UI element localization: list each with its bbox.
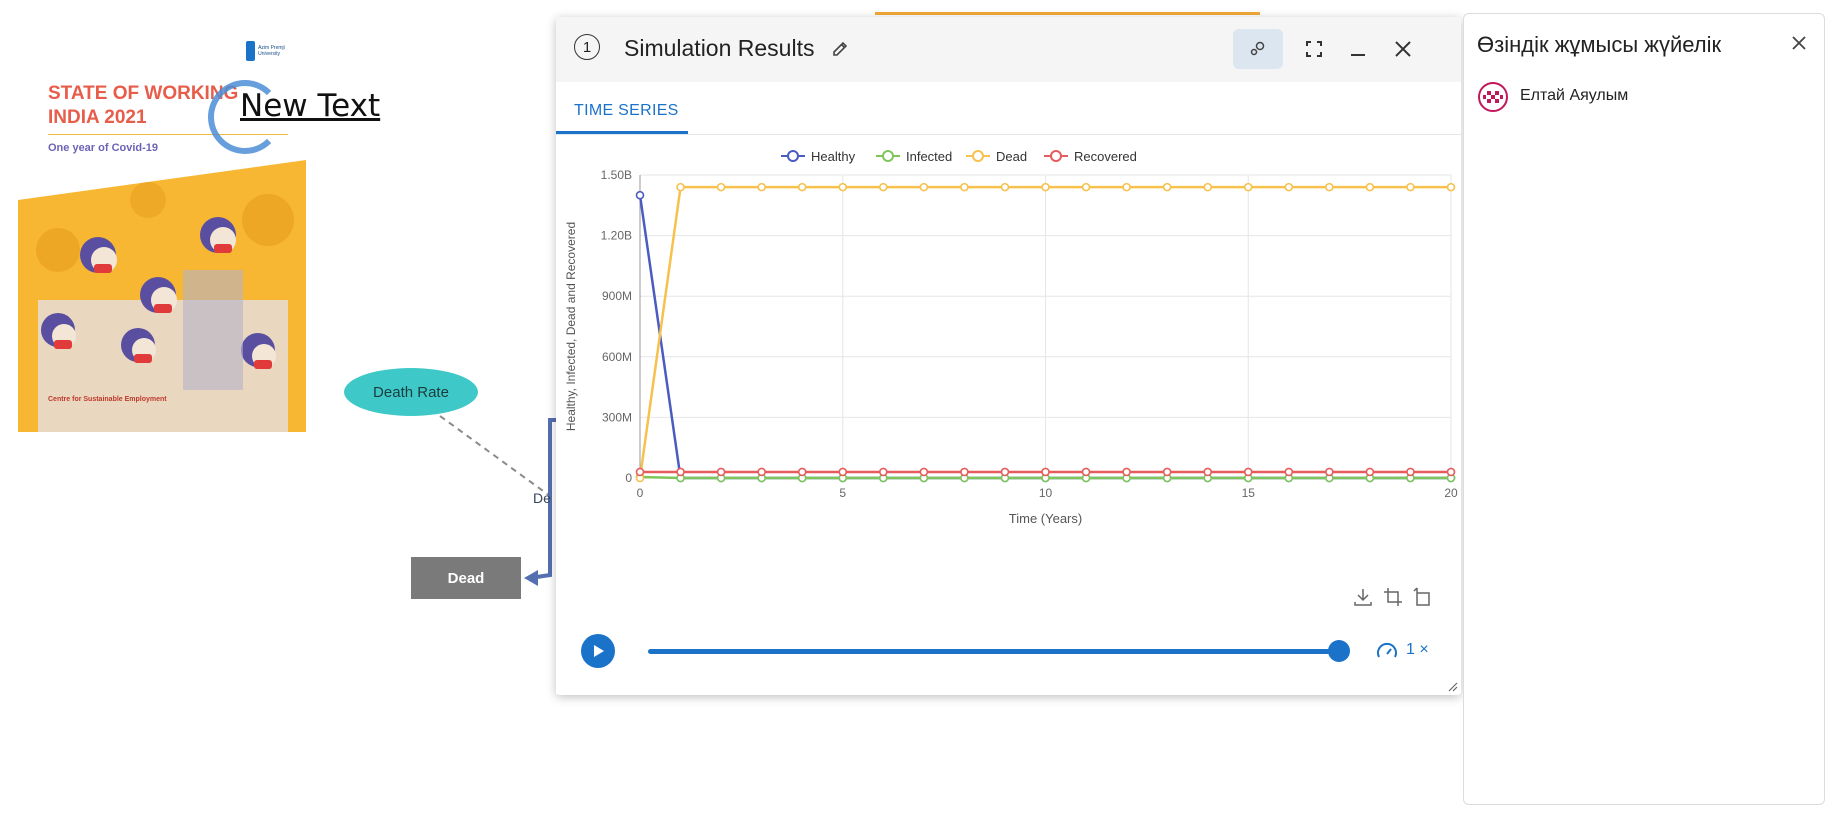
data-point	[919, 467, 929, 477]
y-tick-label: 1.20B	[601, 229, 632, 243]
data-point	[838, 182, 848, 192]
legend-marker	[882, 150, 894, 162]
data-point	[1041, 467, 1050, 477]
data-point	[1162, 467, 1172, 477]
data-point	[757, 182, 766, 192]
data-point	[1000, 467, 1010, 477]
data-point	[1284, 467, 1294, 477]
legend-label: Recovered	[1074, 149, 1137, 164]
legend-marker	[1050, 150, 1062, 162]
close-icon	[1395, 41, 1411, 57]
data-point	[676, 182, 685, 192]
y-tick-label: 300M	[602, 410, 632, 424]
avatar	[1478, 82, 1508, 112]
data-point	[797, 467, 807, 477]
time-series-chart[interactable]: 0 300M 600M 900M 1.20B 1.50B 0 5 10 15 20 Time (Yea…	[556, 145, 1461, 595]
play-button[interactable]	[581, 634, 615, 668]
dialog-title: Simulation Results	[624, 35, 815, 61]
data-point	[1284, 182, 1294, 192]
close-dialog-button[interactable]	[1378, 29, 1428, 69]
x-tick-label: 20	[1444, 486, 1458, 500]
y-tick-label: 600M	[602, 350, 632, 364]
data-point	[1203, 467, 1213, 477]
playback-speed-label[interactable]: 1 ×	[1406, 641, 1429, 659]
y-tick-label: 1.50B	[601, 168, 632, 182]
data-point	[1162, 182, 1172, 192]
data-point	[838, 467, 848, 477]
data-point	[960, 182, 969, 192]
y-tick-label: 0	[625, 471, 632, 485]
data-point	[1365, 182, 1375, 192]
data-point	[1446, 182, 1456, 192]
data-point	[1325, 182, 1334, 192]
x-tick-label: 10	[1039, 486, 1053, 500]
close-icon[interactable]	[1790, 34, 1808, 52]
data-point	[1406, 182, 1415, 192]
dialog-header: 1 Simulation Results	[556, 17, 1461, 82]
flow-label: De	[533, 490, 551, 506]
dead-stock[interactable]: Dead	[411, 557, 521, 599]
data-point	[635, 467, 645, 477]
data-point	[1406, 467, 1415, 477]
data-point	[1081, 182, 1091, 192]
x-tick-label: 0	[637, 486, 644, 500]
minimize-icon	[1351, 54, 1365, 56]
data-point	[716, 182, 726, 192]
legend-marker	[972, 150, 984, 162]
data-point	[1243, 182, 1253, 192]
x-tick-label: 15	[1242, 486, 1256, 500]
data-point	[1081, 467, 1091, 477]
fullscreen-icon	[1306, 41, 1322, 57]
legend-marker	[787, 150, 799, 162]
playback-slider-thumb[interactable]	[1328, 640, 1350, 662]
data-point	[1000, 182, 1010, 192]
data-point	[1243, 467, 1253, 477]
pencil-icon[interactable]	[831, 40, 849, 58]
data-point	[878, 467, 888, 477]
fullscreen-button[interactable]	[1289, 29, 1339, 69]
data-point	[635, 190, 645, 200]
panel-title: Өзіндік жұмысы жүйелік	[1477, 32, 1722, 57]
minimize-button[interactable]	[1333, 29, 1383, 69]
restore-icon[interactable]	[1413, 587, 1433, 607]
x-tick-label: 5	[839, 486, 846, 500]
legend-label: Healthy	[811, 149, 856, 164]
data-point	[1203, 182, 1213, 192]
resize-handle[interactable]	[1448, 682, 1458, 692]
y-tick-label: 900M	[602, 289, 632, 303]
data-point	[919, 182, 929, 192]
legend-label: Dead	[996, 149, 1027, 164]
active-tab-indicator	[556, 131, 688, 134]
download-icon[interactable]	[1353, 587, 1373, 607]
dialog-tabs: TIME SERIES	[556, 82, 1461, 135]
data-point	[960, 467, 969, 477]
play-icon	[594, 645, 604, 657]
data-point	[1122, 182, 1131, 192]
data-point	[797, 182, 807, 192]
data-point	[676, 467, 685, 477]
data-point	[878, 182, 888, 192]
user-name: Елтай Аяулым	[1520, 87, 1629, 104]
y-axis-label: Healthy, Infected, Dead and Recovered	[564, 222, 578, 431]
data-point	[1122, 467, 1131, 477]
death-rate-variable[interactable]: Death Rate	[344, 368, 478, 416]
x-axis-label: Time (Years)	[1009, 511, 1082, 526]
data-point	[1325, 467, 1334, 477]
playback-slider-track[interactable]	[648, 649, 1338, 654]
data-point	[1365, 467, 1375, 477]
crop-icon[interactable]	[1383, 587, 1403, 607]
simulation-results-dialog: 1 Simulation Results TIME SERIES 0 300M …	[556, 17, 1461, 695]
legend-label: Infected	[906, 149, 952, 164]
data-point	[1446, 467, 1456, 477]
data-point	[757, 467, 766, 477]
collaborators-panel: Өзіндік жұмысы жүйелік Елтай Аяулым	[1463, 13, 1825, 805]
tab-time-series[interactable]: TIME SERIES	[574, 102, 679, 120]
dialog-number-badge: 1	[574, 34, 600, 60]
share-button[interactable]	[1233, 29, 1283, 69]
speedometer-icon[interactable]	[1376, 641, 1398, 663]
data-point	[716, 467, 726, 477]
data-point	[1041, 182, 1050, 192]
share-icon	[1250, 41, 1265, 56]
